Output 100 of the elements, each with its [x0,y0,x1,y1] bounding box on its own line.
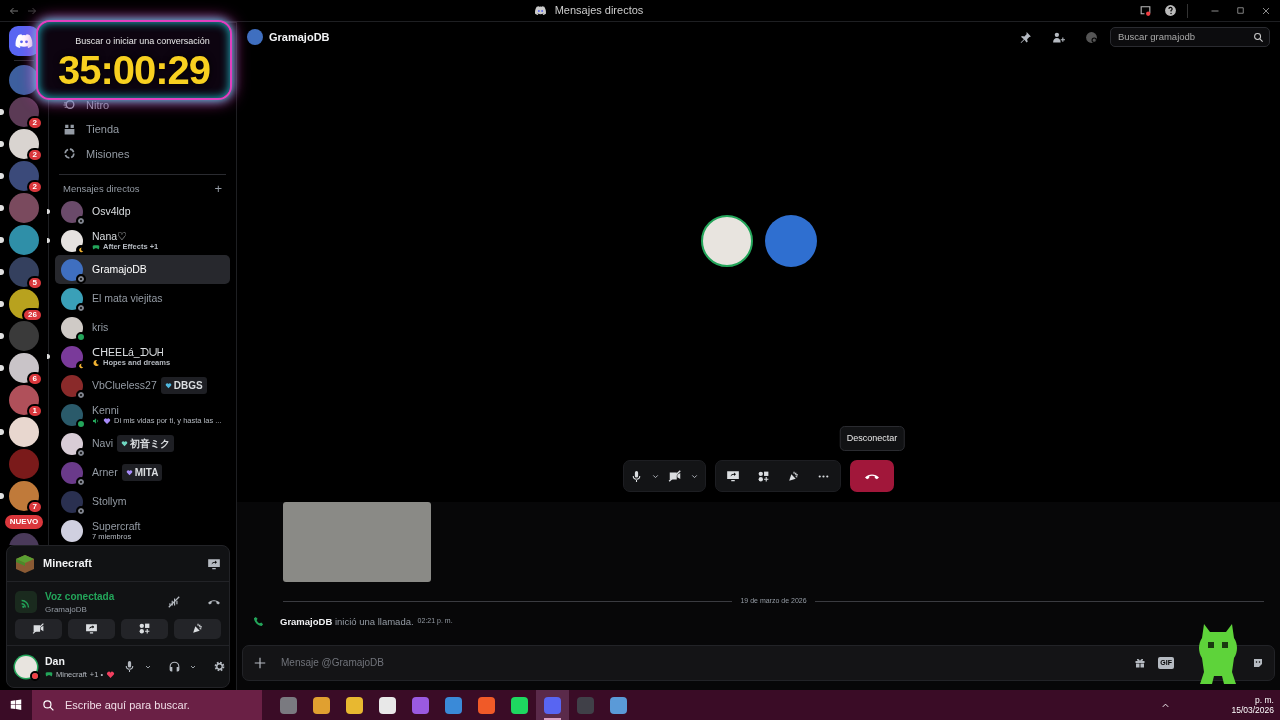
grass-block-icon [15,553,35,574]
disconnect-button[interactable] [850,460,894,492]
add-dm-button[interactable]: + [214,179,222,199]
monitor-icon [726,469,740,483]
server-icon[interactable]: 1 [9,385,39,415]
microphone-icon [630,469,643,483]
pin-button[interactable] [1019,30,1032,44]
stream-button[interactable] [207,556,221,571]
headphones-button[interactable] [168,660,182,673]
sticker-button[interactable] [1252,656,1264,669]
taskbar-search-input[interactable]: Escribe aquí para buscar. [63,695,252,715]
activities-button[interactable] [121,618,168,639]
add-friend-icon [1052,30,1065,44]
contact-name: Stollym [92,495,127,508]
monitor-icon [85,622,98,635]
nav-item[interactable]: Misiones [55,141,230,166]
clock-date: 15/03/2026 [1231,705,1274,716]
dm-item[interactable]: Arner MITA [55,458,230,487]
message-input[interactable]: Mensaje @GramajoDB [279,654,1123,672]
settings-button[interactable] [213,660,227,673]
camera-off-button[interactable] [668,469,682,483]
contact-name: El mata viejitas [92,292,163,305]
window-title: Mensajes directos [554,3,644,19]
activities-button[interactable] [757,469,770,483]
profile-icon [1085,30,1098,44]
notification-badge: 6 [26,372,43,386]
contact-name: VbClueless27 [92,379,157,392]
screen-record-button[interactable] [1139,4,1152,17]
taskbar-search-field[interactable]: Escribe aquí para buscar. [32,690,262,720]
tag-text: DBGS [173,379,203,393]
notification-badge: 26 [22,308,43,322]
noise-suppression-button[interactable] [167,595,181,609]
contact-name: Supercraft [92,519,141,533]
settings-icon [213,660,227,673]
dm-item[interactable]: kris [55,313,230,342]
phone-icon [253,616,264,628]
contact-name: ᑕᕼEEᒪá_ᗪᑌᕼ [92,345,164,359]
discord-logo-icon [14,31,34,51]
gamepad-icon [45,670,53,679]
section-title: Mensajes directos [63,181,140,196]
contact-name: Kenni [92,403,119,417]
dm-item[interactable]: Osv4ldp [55,197,230,226]
help-icon [1164,4,1177,17]
search-button[interactable]: Buscar o iniciar una conversación [55,33,230,51]
tag-text: 初音ミク [130,437,170,451]
shapes-icon [757,469,770,483]
dm-item[interactable]: Stollym [55,487,230,516]
game-title: Minecraft [43,556,93,572]
nav-item[interactable]: Tienda [55,117,230,142]
attach-button[interactable] [253,655,267,670]
plus-icon [253,655,267,670]
avatar [247,29,263,45]
dm-item[interactable]: VbClueless27 DBGS [55,371,230,400]
contact-name: Navi [92,437,113,450]
user-profile-button[interactable] [1085,30,1098,44]
camera-off-icon [668,469,682,483]
heart-icon [106,669,116,679]
contact-name: GramajoDB [92,263,147,276]
dm-item[interactable]: El mata viejitas [55,284,230,313]
shapes-icon [138,622,151,635]
search-field[interactable]: Buscar gramajodb [1110,27,1270,47]
maximize-icon [1235,5,1246,16]
screen-record-icon [1139,4,1152,17]
voice-status: Voz conectada [45,589,116,604]
speaker-icon [92,416,100,425]
notification-badge: 2 [26,116,43,130]
home-button[interactable] [9,26,39,56]
notification-badge: 5 [26,276,43,290]
disconnect-button[interactable] [207,599,221,605]
gift-button[interactable] [1134,656,1147,669]
notification-badge: 2 [26,148,43,162]
signal-icon [15,591,37,613]
camera-off-button[interactable] [15,618,62,639]
screen-share-button[interactable] [68,618,115,639]
dm-item[interactable]: GramajoDB [55,255,230,284]
microphone-button[interactable] [630,469,643,483]
soundboard-button[interactable] [174,618,221,639]
dm-item[interactable]: Navi 初音ミク [55,429,230,458]
sticker-icon [1252,656,1264,669]
gift-icon [1134,656,1147,669]
help-button[interactable] [1164,4,1177,17]
search-icon [1253,31,1264,43]
search-icon [42,698,55,712]
discord-logo-icon [533,4,547,17]
tag-text: MITA [134,466,159,480]
call-message: GramajoDB inició una llamada. [280,614,414,629]
search-input[interactable]: Buscar gramajodb [1116,28,1253,46]
add-friend-button[interactable] [1052,30,1065,44]
contact-name: Osv4ldp [92,205,131,218]
pin-icon [1019,30,1032,44]
notification-badge: 2 [26,180,43,194]
user-avatar[interactable] [15,655,37,678]
monitor-icon [207,556,221,571]
maximize-button[interactable] [1235,5,1246,16]
screen-share-button[interactable] [726,469,740,483]
noise-off-icon [167,595,181,609]
clock-time: p. m. [1255,694,1274,705]
camera-off-icon [32,622,45,635]
gamepad-icon [92,242,100,251]
user-name: Dan [45,654,66,670]
